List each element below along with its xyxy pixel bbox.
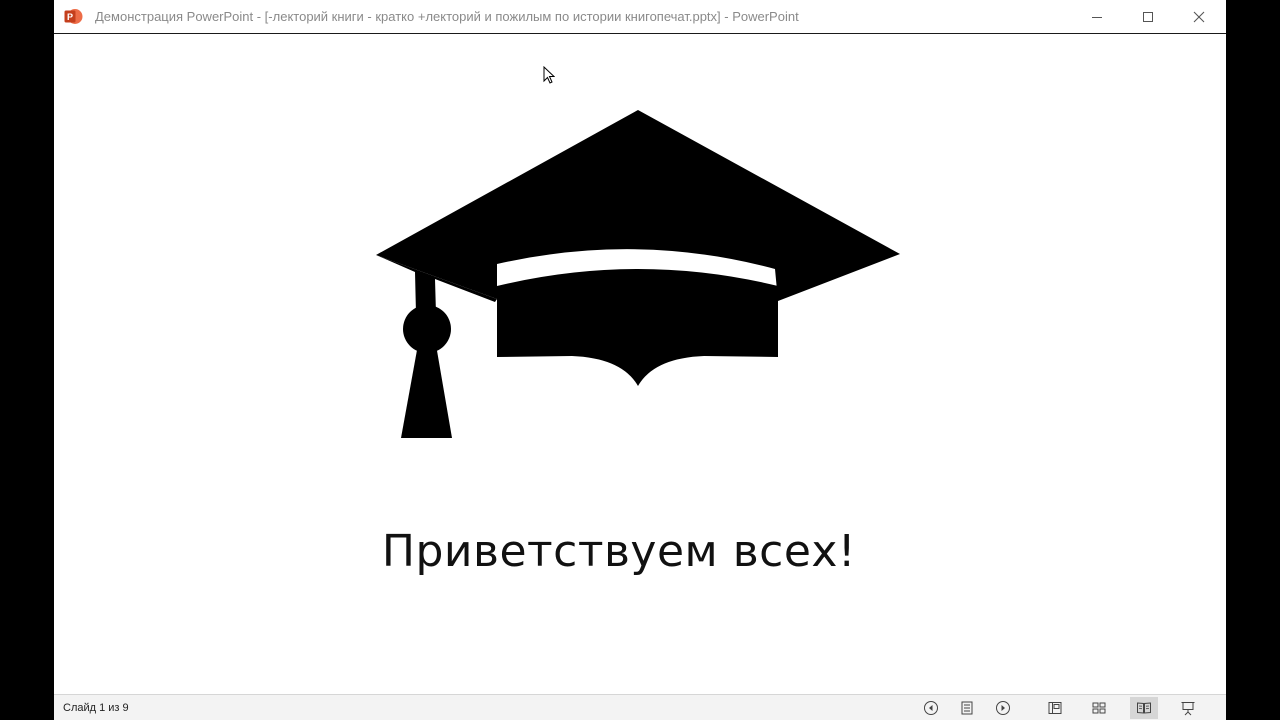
minimize-icon (1092, 17, 1102, 18)
minimize-button[interactable] (1074, 0, 1120, 34)
slide-sorter-button[interactable] (1085, 697, 1113, 719)
slide-menu-button[interactable] (953, 697, 981, 719)
svg-text:P: P (67, 12, 73, 22)
reading-view-button[interactable] (1130, 697, 1158, 719)
previous-slide-button[interactable] (917, 697, 945, 719)
window-title: Демонстрация PowerPoint - [-лекторий кни… (95, 9, 799, 24)
title-bar: P Демонстрация PowerPoint - [-лекторий к… (54, 0, 1226, 34)
close-button[interactable] (1176, 0, 1222, 34)
slide-title: Приветствуем всех! (381, 526, 857, 577)
reading-view-icon (1137, 702, 1151, 714)
next-slide-button[interactable] (989, 697, 1017, 719)
normal-view-icon (1048, 702, 1062, 714)
next-icon (996, 701, 1010, 715)
maximize-button[interactable] (1125, 0, 1171, 34)
previous-icon (924, 701, 938, 715)
powerpoint-window: P Демонстрация PowerPoint - [-лекторий к… (54, 0, 1226, 720)
slideshow-icon (1181, 702, 1195, 716)
close-icon (1193, 11, 1205, 23)
slide-sorter-icon (1092, 702, 1106, 714)
maximize-icon (1143, 12, 1153, 22)
normal-view-button[interactable] (1041, 697, 1069, 719)
slideshow-button[interactable] (1174, 697, 1202, 719)
powerpoint-icon: P (64, 9, 83, 24)
status-bar: Слайд 1 из 9 (54, 694, 1226, 720)
graduation-cap-icon (376, 110, 900, 438)
slide-canvas[interactable]: Приветствуем всех! (54, 34, 1226, 694)
slide-counter: Слайд 1 из 9 (63, 702, 129, 714)
mouse-cursor-icon (543, 66, 555, 84)
menu-icon (961, 701, 973, 715)
